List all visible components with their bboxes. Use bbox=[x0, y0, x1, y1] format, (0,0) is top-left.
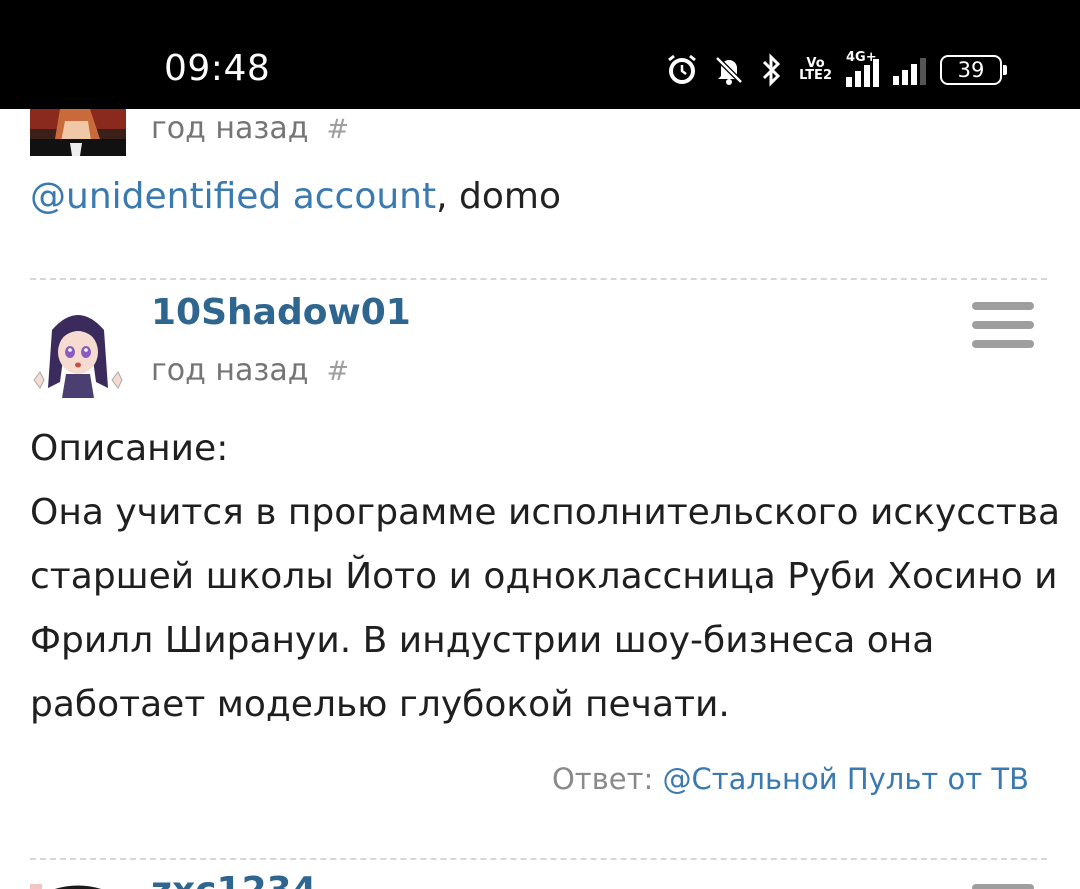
avatar[interactable] bbox=[30, 880, 126, 889]
menu-icon[interactable] bbox=[972, 884, 1034, 889]
comment-meta: год назад # bbox=[151, 353, 349, 388]
comment-body-line: Фрилл Ширануи. В индустрии шоу-бизнеса о… bbox=[30, 620, 935, 661]
network-label: 4G+ bbox=[846, 50, 877, 65]
permalink-hash[interactable]: # bbox=[326, 114, 349, 145]
comment-text-tail: , domo bbox=[436, 176, 561, 217]
comment-author[interactable]: zxc1234 bbox=[151, 870, 317, 889]
volte-icon: Vo LTE2 bbox=[799, 57, 832, 83]
comment-body-line: работает моделью глубокой печати. bbox=[30, 684, 730, 725]
signal-4g-icon: 4G+ bbox=[846, 50, 879, 87]
avatar[interactable] bbox=[30, 109, 126, 156]
status-time: 09:48 bbox=[164, 48, 271, 89]
comment-author[interactable]: 10Shadow01 bbox=[151, 292, 411, 333]
menu-icon[interactable] bbox=[972, 302, 1034, 359]
comment-time: год назад bbox=[151, 111, 309, 146]
user-mention-link[interactable]: @unidentified account bbox=[30, 176, 436, 217]
permalink-hash[interactable]: # bbox=[326, 356, 349, 387]
comment-divider bbox=[30, 278, 1047, 280]
alarm-icon bbox=[665, 53, 699, 87]
comment-meta: год назад # bbox=[151, 111, 349, 146]
bluetooth-icon bbox=[759, 53, 785, 87]
comment-divider bbox=[30, 858, 1047, 860]
comment-body-line: Она учится в программе исполнительского … bbox=[30, 492, 1061, 533]
reply-target-link[interactable]: @Стальной Пульт от ТВ bbox=[663, 762, 1029, 796]
comment-body-line: старшей школы Йото и одноклассница Руби … bbox=[30, 556, 1058, 597]
comment-body-line: Описание: bbox=[30, 428, 229, 469]
reply-to: Ответ: @Стальной Пульт от ТВ bbox=[552, 762, 1029, 796]
status-icons: Vo LTE2 4G+ 39 bbox=[665, 50, 1007, 90]
comment-time: год назад bbox=[151, 353, 309, 388]
volte-label-bottom: LTE2 bbox=[799, 68, 832, 83]
comment-body: Описание: Она учится в программе исполни… bbox=[30, 417, 1061, 737]
status-bar: 09:48 Vo LTE2 4G+ 39 bbox=[0, 0, 1080, 109]
battery-icon: 39 bbox=[940, 55, 1007, 85]
reply-label: Ответ: bbox=[551, 762, 654, 796]
comment-text: @unidentified account, domo bbox=[30, 176, 561, 217]
battery-level: 39 bbox=[957, 58, 985, 82]
signal-icon bbox=[893, 55, 926, 85]
avatar[interactable] bbox=[30, 302, 126, 398]
mute-icon bbox=[713, 54, 745, 86]
